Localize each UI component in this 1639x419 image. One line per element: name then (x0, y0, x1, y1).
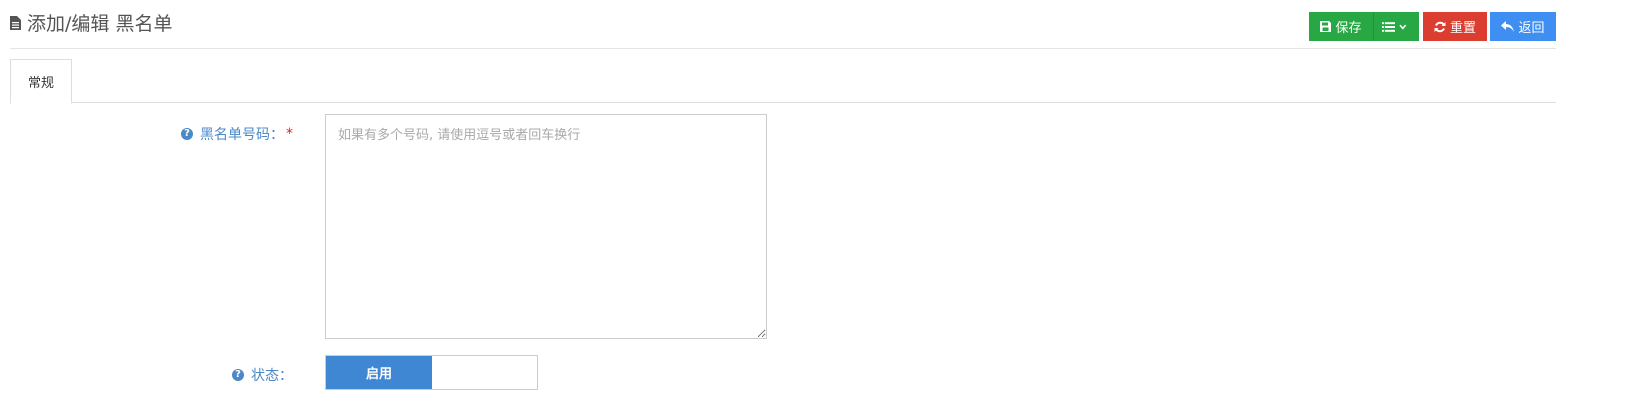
tab-general[interactable]: 常规 (10, 59, 72, 104)
question-circle-icon[interactable]: ? (181, 128, 193, 140)
page-title: 添加/编辑 黑名单 (10, 12, 172, 36)
status-toggle-on[interactable]: 启用 (326, 356, 432, 389)
page-title-text: 添加/编辑 黑名单 (27, 13, 173, 35)
required-mark: * (286, 126, 293, 142)
blacklist-numbers-label-text: 黑名单号码： (200, 127, 284, 143)
refresh-icon (1434, 21, 1446, 32)
blacklist-numbers-label: ? 黑名单号码： * (181, 124, 293, 144)
save-icon (1320, 21, 1332, 32)
reply-icon (1501, 21, 1515, 32)
chevron-down-icon (1399, 24, 1407, 30)
reset-button-label: 重置 (1449, 21, 1476, 36)
status-toggle[interactable]: 启用 (325, 355, 538, 390)
save-button-label: 保存 (1335, 21, 1362, 36)
page-header: 添加/编辑 黑名单 保存 重置 返回 (10, 0, 1556, 49)
status-toggle-on-label: 启用 (365, 367, 392, 382)
status-label: ? 状态： (232, 365, 293, 385)
tab-bar: 常规 (10, 59, 1556, 104)
question-circle-icon[interactable]: ? (232, 369, 244, 381)
status-toggle-off[interactable] (432, 356, 537, 389)
page: 添加/编辑 黑名单 保存 重置 返回 常规 ? 黑名单号码： * 如果有多个号码… (0, 0, 1639, 419)
list-icon (1382, 21, 1396, 32)
back-button[interactable]: 返回 (1490, 12, 1556, 41)
status-label-text: 状态： (251, 368, 293, 384)
blacklist-numbers-textarea[interactable] (325, 114, 767, 339)
toolbar: 保存 重置 返回 (1309, 12, 1556, 41)
reset-button[interactable]: 重置 (1423, 12, 1487, 41)
save-options-dropdown[interactable] (1373, 12, 1419, 41)
tab-general-label: 常规 (27, 76, 54, 91)
file-text-icon (10, 16, 23, 32)
back-button-label: 返回 (1518, 21, 1545, 36)
save-button[interactable]: 保存 (1309, 12, 1373, 41)
